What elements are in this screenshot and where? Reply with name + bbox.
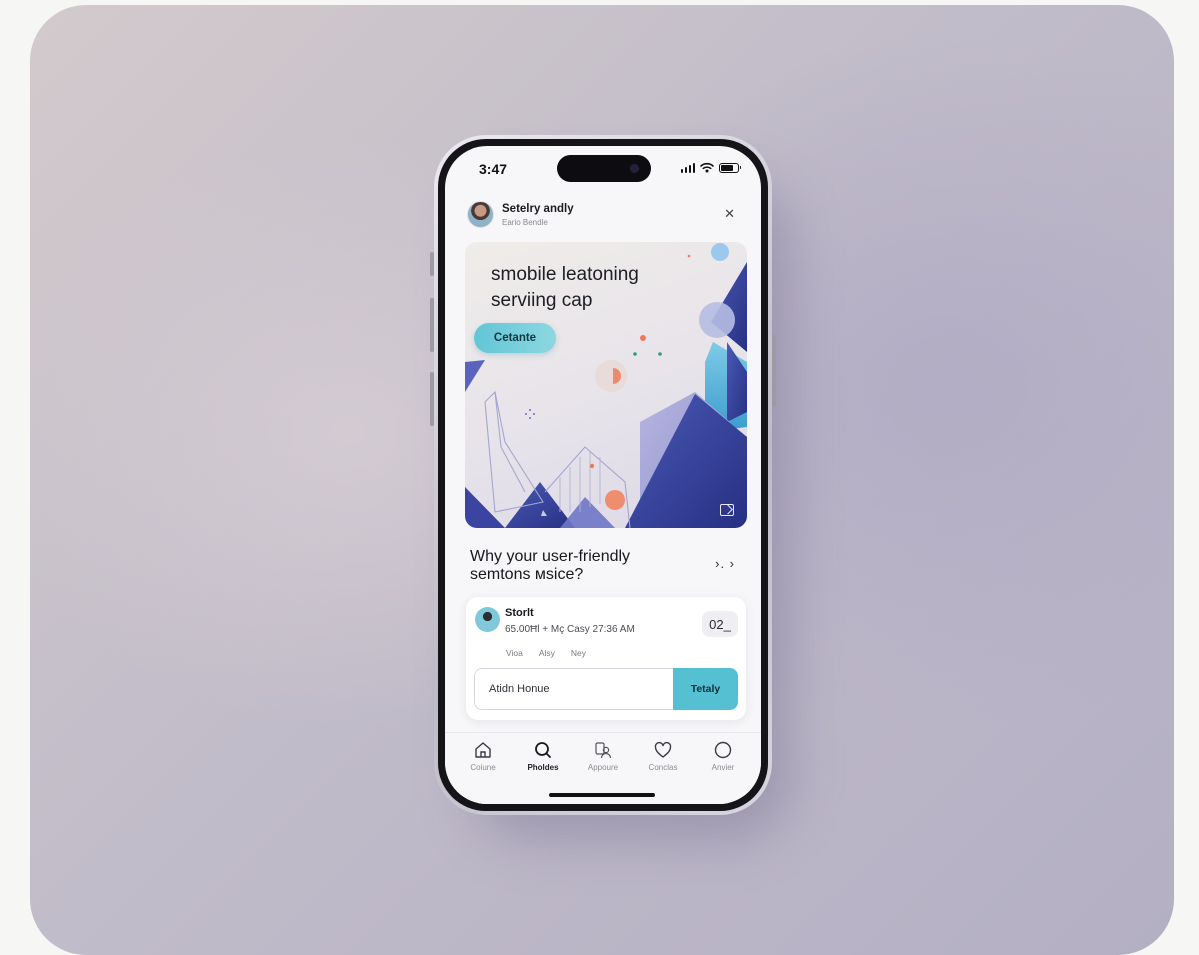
search-icon: [535, 742, 551, 758]
card-name: Storlt: [505, 607, 534, 619]
profile-name: Setelry andly: [502, 202, 574, 215]
tab-home[interactable]: Coiune: [455, 740, 511, 772]
status-icons: [680, 162, 741, 173]
hero-title: smobile leatoning serviing cap: [491, 264, 639, 311]
section-more-arrow[interactable]: ›. ›: [715, 556, 735, 571]
battery-icon: [719, 162, 741, 173]
heart-icon: [654, 741, 672, 758]
profile-subtitle: Eario Bendle: [502, 217, 548, 227]
phone-frame: 3:47 Setelry andly Eario Bendle ✕ smobil…: [434, 135, 772, 815]
signal-icon: [680, 162, 695, 173]
tab-favorites[interactable]: Conclas: [635, 740, 691, 772]
camera-icon: [630, 164, 639, 173]
home-indicator[interactable]: [549, 793, 655, 797]
hero-banner: smobile leatoning serviing cap Cetante: [465, 242, 747, 528]
card-tag[interactable]: Ney: [571, 648, 586, 658]
card-avatar: [475, 607, 500, 632]
people-icon: [595, 742, 612, 759]
card-tags: Vioa Alsy Ney: [506, 648, 586, 658]
booking-card: Storlt 65.00Ħl + Mç Casy 27:36 AM Vioa A…: [466, 597, 746, 720]
wifi-icon: [700, 162, 714, 173]
phone-bezel: 3:47 Setelry andly Eario Bendle ✕ smobil…: [438, 139, 768, 811]
card-submit-button[interactable]: Tetaly: [673, 668, 738, 710]
hero-cta-button[interactable]: Cetante: [474, 323, 556, 353]
phone-screen: 3:47 Setelry andly Eario Bendle ✕ smobil…: [445, 146, 761, 804]
section-title: Why your user-friendly semtons мsice?: [470, 548, 631, 583]
card-tag[interactable]: Vioa: [506, 648, 523, 658]
status-time: 3:47: [479, 161, 508, 177]
card-input[interactable]: [474, 668, 674, 710]
share-icon[interactable]: [720, 504, 734, 516]
circle-icon: [714, 741, 732, 759]
dynamic-island: [557, 155, 651, 182]
tab-search[interactable]: Pholdes: [515, 740, 571, 772]
profile-header[interactable]: Setelry andly Eario Bendle: [467, 201, 574, 228]
tab-people[interactable]: Appoure: [575, 740, 631, 772]
card-tag[interactable]: Alsy: [539, 648, 555, 658]
avatar[interactable]: [467, 201, 494, 228]
tab-bar: Coiune Pholdes Appoure Conclas Anvier: [445, 732, 761, 804]
home-icon: [475, 742, 491, 758]
card-meta: 65.00Ħl + Mç Casy 27:36 AM: [505, 624, 635, 635]
card-badge: 02_: [702, 611, 738, 637]
close-icon[interactable]: ✕: [724, 207, 735, 220]
tab-profile[interactable]: Anvier: [695, 740, 751, 772]
power-button: [772, 335, 776, 407]
